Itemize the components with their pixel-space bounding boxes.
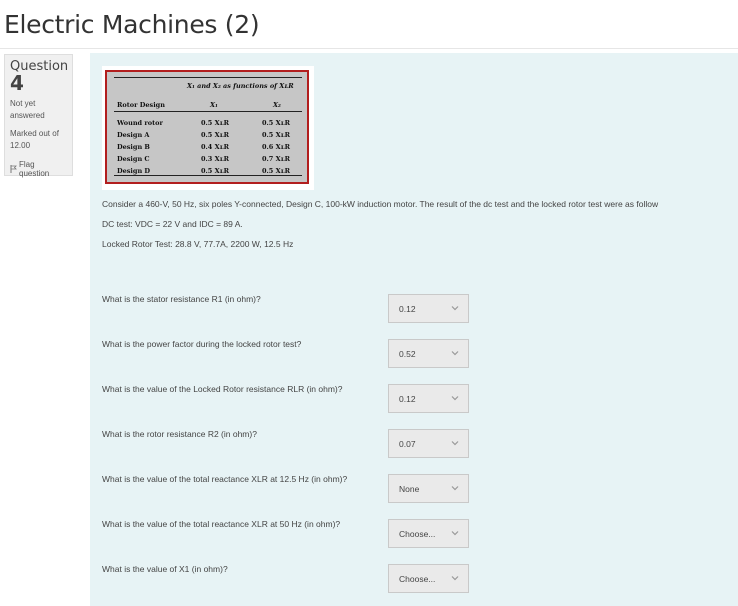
table-header-x2: X₂ [273, 101, 281, 109]
chevron-down-icon [451, 306, 459, 311]
table-title: X₁ and X₂ as functions of XʟR [187, 82, 294, 90]
table-rule-header [114, 111, 302, 112]
subquestion-text: What is the power factor during the lock… [102, 339, 302, 349]
answer-select-value: 0.12 [399, 394, 416, 404]
table-row-x1: 0.5 XʟR [201, 131, 230, 139]
table-rule-bottom [114, 175, 302, 176]
subquestion-text: What is the value of the Locked Rotor re… [102, 384, 343, 394]
chevron-down-icon [451, 441, 459, 446]
table-row-design: Design D [117, 167, 151, 175]
table-header-x1: X₁ [210, 101, 218, 109]
subquestion-text: What is the value of the total reactance… [102, 519, 341, 529]
answer-select[interactable]: Choose... [388, 519, 469, 548]
table-row-x2: 0.5 XʟR [262, 167, 291, 175]
answer-select[interactable]: 0.12 [388, 384, 469, 413]
answer-select[interactable]: 0.52 [388, 339, 469, 368]
chevron-down-icon [451, 351, 459, 356]
table-row-x2: 0.7 XʟR [262, 155, 291, 163]
title-divider [0, 48, 738, 49]
subquestion-text: What is the stator resistance R1 (in ohm… [102, 294, 261, 304]
flag-question-link[interactable]: Flag question [10, 160, 67, 178]
chevron-down-icon [451, 531, 459, 536]
table-row-x1: 0.5 XʟR [201, 167, 230, 175]
chevron-down-icon [451, 396, 459, 401]
table-row-design: Design A [117, 131, 150, 139]
answer-select-value: None [399, 484, 420, 494]
subquestion-text: What is the value of the total reactance… [102, 474, 348, 484]
table-row-x2: 0.5 XʟR [262, 119, 291, 127]
locked-rotor-test-text: Locked Rotor Test: 28.8 V, 77.7A, 2200 W… [102, 239, 294, 249]
answer-select[interactable]: 0.07 [388, 429, 469, 458]
answer-select[interactable]: 0.12 [388, 294, 469, 323]
subquestion-text: What is the rotor resistance R2 (in ohm)… [102, 429, 257, 439]
answer-select-value: Choose... [399, 574, 436, 584]
table-row-design: Design C [117, 155, 150, 163]
table-row-design: Design B [117, 143, 150, 151]
question-grade: Marked out of 12.00 [10, 129, 59, 150]
rotor-design-table: X₁ and X₂ as functions of XʟR Rotor Desi… [105, 70, 309, 184]
rotor-design-table-image: X₁ and X₂ as functions of XʟR Rotor Desi… [102, 66, 314, 190]
table-row-design: Wound rotor [117, 119, 163, 127]
dc-test-text: DC test: VDC = 22 V and IDC = 89 A. [102, 219, 243, 229]
table-rule-top [114, 77, 302, 78]
chevron-down-icon [451, 486, 459, 491]
question-state: Not yet answered [10, 99, 45, 120]
table-header-design: Rotor Design [117, 101, 165, 109]
table-row-x2: 0.6 XʟR [262, 143, 291, 151]
table-row-x1: 0.5 XʟR [201, 119, 230, 127]
page-title: Electric Machines (2) [4, 10, 260, 39]
table-row-x2: 0.5 XʟR [262, 131, 291, 139]
answer-select-value: 0.52 [399, 349, 416, 359]
answer-select-value: 0.07 [399, 439, 416, 449]
question-info-panel: Question 4 Not yet answered Marked out o… [4, 54, 73, 178]
flag-question-label: Flag question [19, 160, 50, 178]
answer-select[interactable]: Choose... [388, 564, 469, 593]
table-row-x1: 0.3 XʟR [201, 155, 230, 163]
question-intro: Consider a 460-V, 50 Hz, six poles Y-con… [102, 199, 659, 209]
answer-select-value: 0.12 [399, 304, 416, 314]
flag-icon [10, 165, 17, 173]
chevron-down-icon [451, 576, 459, 581]
question-number: 4 [10, 71, 24, 95]
answer-select-value: Choose... [399, 529, 436, 539]
table-row-x1: 0.4 XʟR [201, 143, 230, 151]
answer-select[interactable]: None [388, 474, 469, 503]
subquestion-text: What is the value of X1 (in ohm)? [102, 564, 228, 574]
